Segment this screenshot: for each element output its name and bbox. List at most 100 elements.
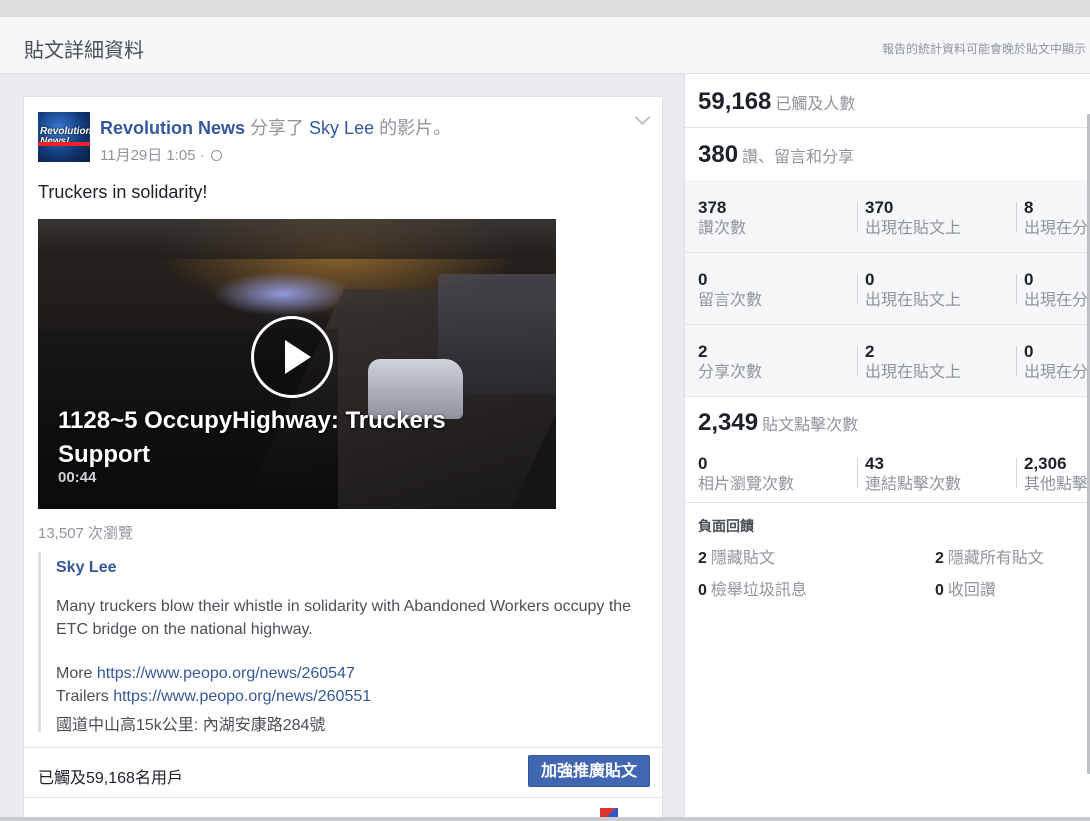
post-timestamp: 11月29日 1:05 · — [100, 144, 222, 165]
video-frame-bridge — [38, 219, 556, 259]
quote-author-link[interactable]: Sky Lee — [56, 559, 116, 577]
avatar-logo-stripe — [38, 142, 90, 146]
hide-all-posts-label: 隱藏所有貼文 — [947, 550, 1044, 567]
column-separator — [857, 458, 858, 488]
trailers-label: Trailers — [56, 688, 114, 705]
divider — [685, 127, 1090, 128]
link-clicks: 43 連結點擊次數 — [865, 454, 1010, 496]
likes-total-value: 378 — [698, 198, 727, 217]
globe-icon[interactable] — [210, 150, 222, 161]
reach-label: 已觸及人數 — [775, 96, 856, 113]
report-spam-label: 檢舉垃圾訊息 — [710, 582, 807, 599]
page-name-link[interactable]: Revolution News — [100, 118, 245, 138]
post-header: Revolution News 分享了 Sky Lee 的影片。 — [100, 114, 451, 140]
comments-on-post-label: 出現在貼文上 — [865, 292, 962, 309]
likes-on-shares-value: 8 — [1024, 198, 1034, 217]
link-clicks-value: 43 — [865, 454, 884, 473]
column-separator — [1016, 202, 1017, 232]
stats-delay-note: 報告的統計資料可能會晚於貼文中顯示 — [881, 42, 1086, 56]
engagement-stat: 380 讚、留言和分享 — [698, 141, 854, 169]
hide-all-posts-stat: 2 隱藏所有貼文 — [935, 544, 1044, 568]
report-spam-stat: 0 檢舉垃圾訊息 — [698, 576, 807, 600]
other-clicks: 2,306 其他點擊 — [1024, 454, 1090, 496]
video-player[interactable]: 1128~5 OccupyHighway: Truckers Support 0… — [38, 219, 556, 509]
top-bar — [0, 0, 1090, 17]
video-title: 1128~5 OccupyHighway: Truckers Support — [58, 407, 446, 468]
column-separator — [1016, 346, 1017, 376]
trailers-link[interactable]: https://www.peopo.org/news/260551 — [113, 688, 371, 705]
column-separator — [857, 202, 858, 232]
negative-feedback-title: 負面回饋 — [698, 518, 754, 534]
comments-on-shares-value: 0 — [1024, 270, 1034, 289]
divider — [685, 324, 1090, 325]
shares-total: 2 分享次數 — [698, 342, 848, 384]
reach-text: 已觸及59,168名用戶 — [38, 770, 183, 787]
divider — [685, 252, 1090, 253]
reach-stat: 59,168 已觸及人數 — [698, 88, 855, 116]
horizontal-scrollbar[interactable] — [0, 817, 1090, 821]
reach-value: 59,168 — [698, 88, 772, 115]
likes-total: 378 讚次數 — [698, 198, 848, 240]
boost-post-button[interactable]: 加強推廣貼文 — [527, 755, 650, 787]
photo-views: 0 相片瀏覽次數 — [698, 454, 848, 496]
more-label: More — [56, 665, 97, 682]
link-clicks-label: 連結點擊次數 — [865, 476, 962, 493]
page-avatar[interactable]: Revolution News! — [38, 112, 90, 162]
post-message: Truckers in solidarity! — [38, 182, 208, 202]
column-separator — [857, 346, 858, 376]
likes-on-post-label: 出現在貼文上 — [865, 220, 962, 237]
shares-on-shares-value: 0 — [1024, 342, 1034, 361]
likes-on-shares-label: 出現在分享內容上 — [1024, 220, 1090, 237]
likes-on-shares: 8 出現在分享內容上 — [1024, 198, 1090, 240]
timestamp-link[interactable]: 11月29日 1:05 · — [100, 147, 205, 164]
comments-total: 0 留言次數 — [698, 270, 848, 312]
shares-total-label: 分享次數 — [698, 364, 763, 381]
divider — [685, 396, 1090, 397]
comments-on-post: 0 出現在貼文上 — [865, 270, 1010, 312]
unlike-value: 0 — [935, 582, 944, 599]
likes-on-post: 370 出現在貼文上 — [865, 198, 1010, 240]
shares-on-shares: 0 出現在分享內容上 — [1024, 342, 1090, 384]
report-spam-value: 0 — [698, 582, 707, 599]
chevron-down-icon[interactable] — [634, 109, 651, 126]
likes-on-post-value: 370 — [865, 198, 894, 217]
shared-video-description: Sky Lee Many truckers blow their whistle… — [38, 552, 653, 734]
comments-on-shares-label: 出現在分享內容上 — [1024, 292, 1090, 309]
hide-post-stat: 2 隱藏貼文 — [698, 544, 775, 568]
post-card: Revolution News! Revolution News 分享了 Sky… — [23, 96, 663, 821]
post-clicks-label: 貼文點擊次數 — [762, 417, 859, 434]
shares-on-post-value: 2 — [865, 342, 875, 361]
comments-on-shares: 0 出現在分享內容上 — [1024, 270, 1090, 312]
video-duration: 00:44 — [58, 469, 97, 486]
engagement-label: 讚、留言和分享 — [742, 149, 855, 166]
video-owner-link[interactable]: Sky Lee — [309, 118, 374, 138]
trailers-line: Trailers https://www.peopo.org/news/2605… — [56, 688, 371, 706]
column-separator — [857, 274, 858, 304]
play-icon[interactable] — [251, 316, 333, 398]
unlike-stat: 0 收回讚 — [935, 576, 996, 600]
hide-all-posts-value: 2 — [935, 550, 944, 567]
comments-on-post-value: 0 — [865, 270, 875, 289]
reach-bar: 已觸及59,168名用戶 加強推廣貼文 — [24, 747, 662, 797]
column-separator — [1016, 274, 1017, 304]
divider — [685, 502, 1090, 503]
photo-views-value: 0 — [698, 454, 708, 473]
shares-on-shares-label: 出現在分享內容上 — [1024, 364, 1090, 381]
page-title: 貼文詳細資料 — [24, 40, 144, 62]
shared-suffix: 的影片。 — [374, 118, 452, 138]
shares-on-post-label: 出現在貼文上 — [865, 364, 962, 381]
address-line: 國道中山高15k公里: 內湖安康路284號 — [56, 717, 326, 734]
view-count: 13,507 次瀏覽 — [38, 525, 134, 542]
quote-description: Many truckers blow their whistle in soli… — [56, 598, 632, 638]
post-stats-panel: 59,168 已觸及人數 380 讚、留言和分享 378 讚次數 370 出現在貼文上 … — [684, 74, 1090, 821]
likes-total-label: 讚次數 — [698, 220, 747, 237]
hide-post-label: 隱藏貼文 — [710, 550, 775, 567]
comments-total-label: 留言次數 — [698, 292, 763, 309]
shares-total-value: 2 — [698, 342, 708, 361]
other-clicks-label: 其他點擊 — [1024, 476, 1089, 493]
more-line: More https://www.peopo.org/news/260547 — [56, 665, 355, 683]
hide-post-value: 2 — [698, 550, 707, 567]
more-link[interactable]: https://www.peopo.org/news/260547 — [97, 665, 355, 682]
engagement-value: 380 — [698, 141, 739, 168]
page-header: 貼文詳細資料 報告的統計資料可能會晚於貼文中顯示 — [0, 17, 1090, 74]
